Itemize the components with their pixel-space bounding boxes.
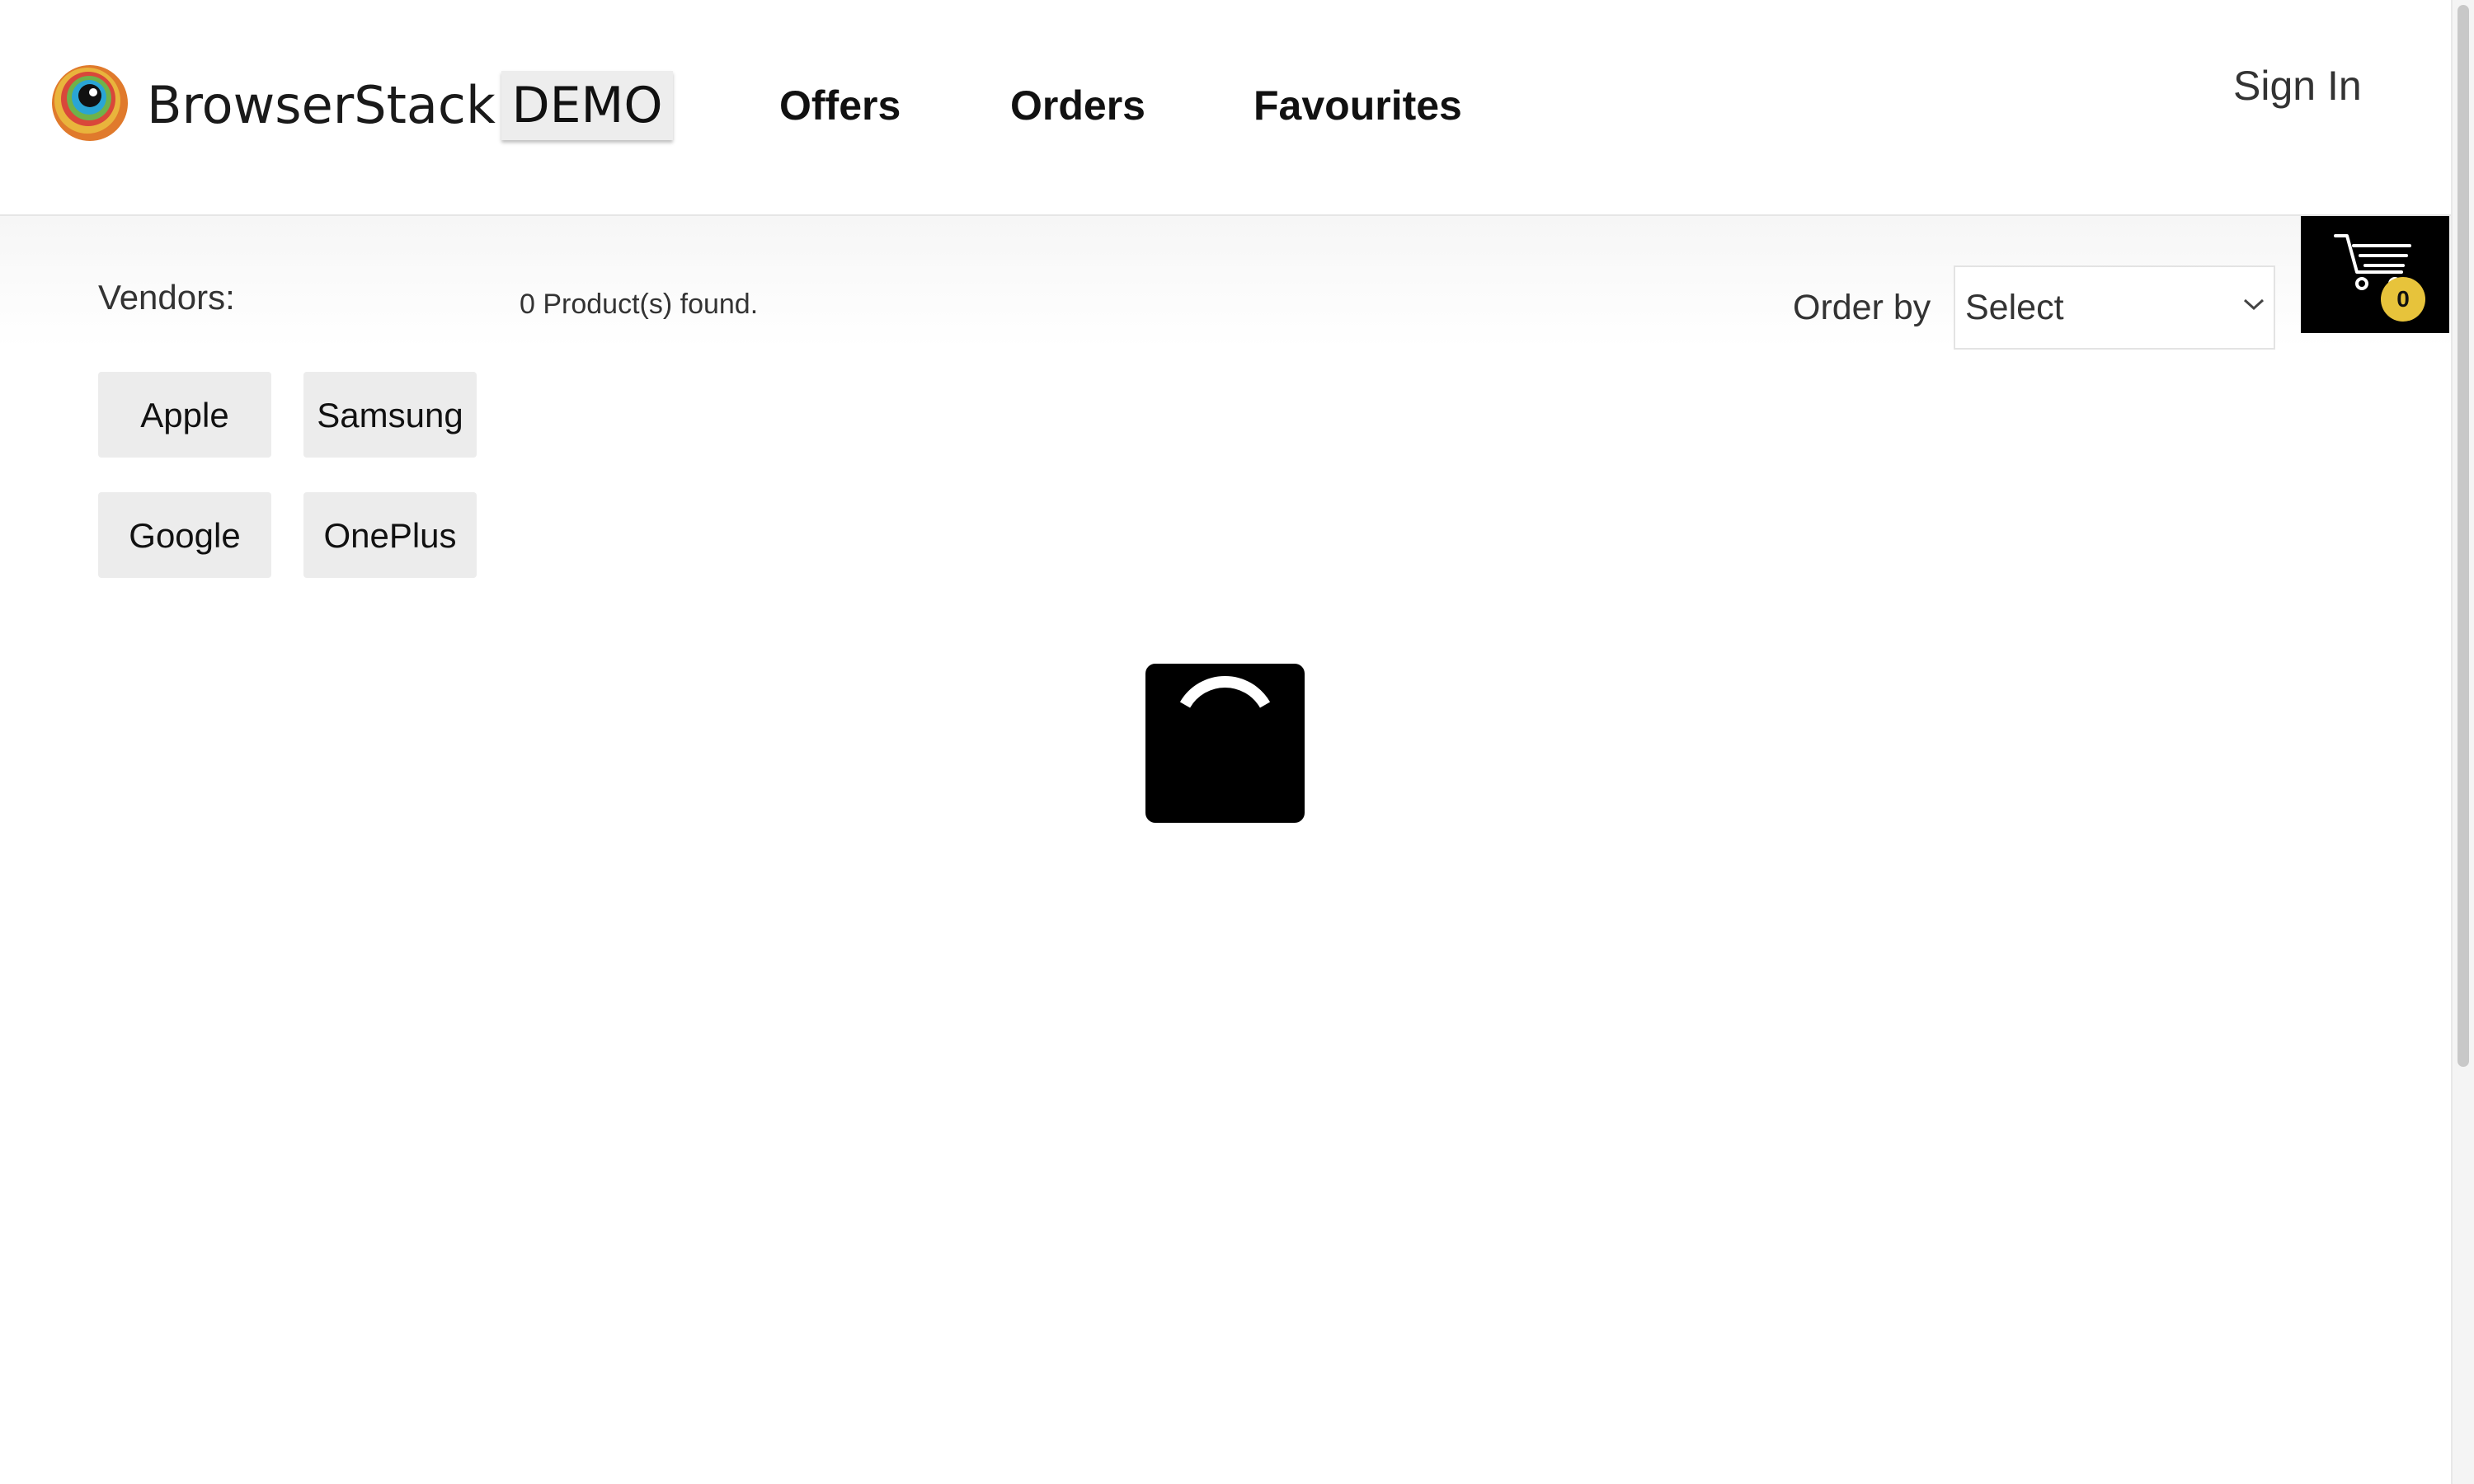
vendor-oneplus-button[interactable]: OnePlus bbox=[303, 492, 477, 578]
scrollbar-thumb[interactable] bbox=[2458, 5, 2469, 1067]
cart-count-badge: 0 bbox=[2381, 277, 2425, 322]
vendor-google-button[interactable]: Google bbox=[98, 492, 271, 578]
sign-in-link[interactable]: Sign In bbox=[2233, 61, 2362, 110]
browserstack-logo-icon[interactable] bbox=[51, 64, 129, 142]
order-by-label: Order by bbox=[1793, 288, 1931, 327]
order-by-selected-value: Select bbox=[1965, 288, 2064, 327]
cart-button[interactable] bbox=[2301, 216, 2449, 333]
products-found-count: 0 Product(s) found. bbox=[520, 289, 759, 320]
order-by-select[interactable]: Select bbox=[1954, 265, 2275, 350]
vendors-label: Vendors: bbox=[98, 278, 235, 317]
brand-name: BrowserStack bbox=[147, 75, 496, 135]
nav-offers[interactable]: Offers bbox=[779, 81, 901, 130]
loading-spinner bbox=[1145, 664, 1305, 823]
loading-spinner-icon bbox=[1179, 676, 1271, 708]
chevron-down-icon bbox=[2243, 298, 2265, 311]
header: BrowserStack DEMO Offers Orders Favourit… bbox=[0, 0, 2451, 216]
nav-orders[interactable]: Orders bbox=[1010, 81, 1145, 130]
demo-badge: DEMO bbox=[501, 71, 673, 140]
nav-favourites[interactable]: Favourites bbox=[1253, 81, 1462, 130]
vendor-apple-button[interactable]: Apple bbox=[98, 372, 271, 458]
page: BrowserStack DEMO Offers Orders Favourit… bbox=[0, 0, 2474, 1484]
vendor-samsung-button[interactable]: Samsung bbox=[303, 372, 477, 458]
